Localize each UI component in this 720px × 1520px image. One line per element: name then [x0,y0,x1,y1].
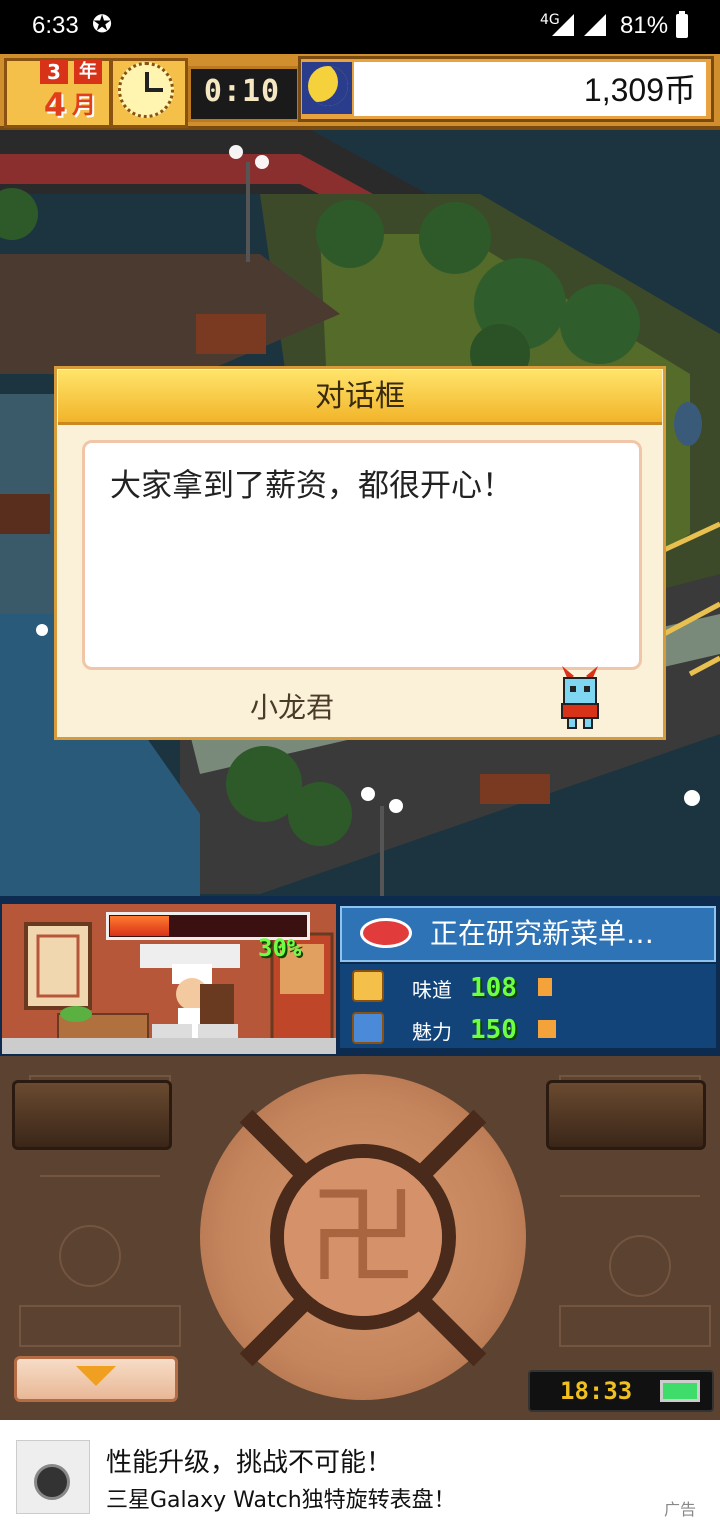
clock-minute-hand [145,88,163,92]
charm-bar [538,1020,556,1038]
ad-headline[interactable]: 性能升级，挑战不可能！ [106,1442,392,1479]
status-bar: 6:33 ✪ 4G 81% [0,0,720,54]
status-time: 6:33 [32,12,79,39]
month-number: 4 [43,86,67,124]
year-number: 3 [40,60,68,84]
research-status: 正在研究新菜单… [430,917,655,950]
kitchen-floor [2,1038,336,1054]
left-menu-button[interactable] [12,1080,172,1150]
charm-value: 150 [470,1015,517,1045]
wechat-icon: ✪ [92,10,113,38]
charm-label: 魅力 [412,1020,452,1044]
month-label: 月 [72,91,96,119]
year-label: 年 [74,60,102,84]
ad-subline[interactable]: 三星Galaxy Watch独特旋转表盘！ [106,1482,456,1514]
right-menu-button[interactable] [546,1080,706,1150]
charm-icon [352,1012,384,1044]
dish-icon [360,918,412,948]
dialog-message: 大家拿到了薪资，都很开心！ [110,468,513,504]
taste-value: 108 [470,973,517,1003]
wifi-signal-icon [584,14,606,36]
speaker-name: 小龙君 [250,691,335,724]
research-progress-fill [110,916,169,936]
watch-icon [34,1464,70,1500]
battery-icon [676,11,688,38]
taste-label: 味道 [412,978,452,1002]
taste-icon [352,970,384,1002]
money-amount: 1,309币 [583,72,696,108]
dpad-center-pattern-icon: 卍 [308,1173,418,1301]
dialog-title: 对话框 [315,379,405,414]
device-clock: 18:33 [560,1377,633,1405]
signal-icon [552,14,574,36]
ad-label: 广告 [664,1500,697,1519]
research-progress-percent: 30% [258,934,302,962]
moon-icon [308,66,348,106]
dragon-avatar-icon [561,666,599,729]
battery-percent: 81% [620,12,669,39]
game-timer: 0:10 [203,74,281,109]
down-arrow-icon [76,1366,116,1386]
taste-bar [538,978,552,996]
battery-level [663,1383,697,1399]
